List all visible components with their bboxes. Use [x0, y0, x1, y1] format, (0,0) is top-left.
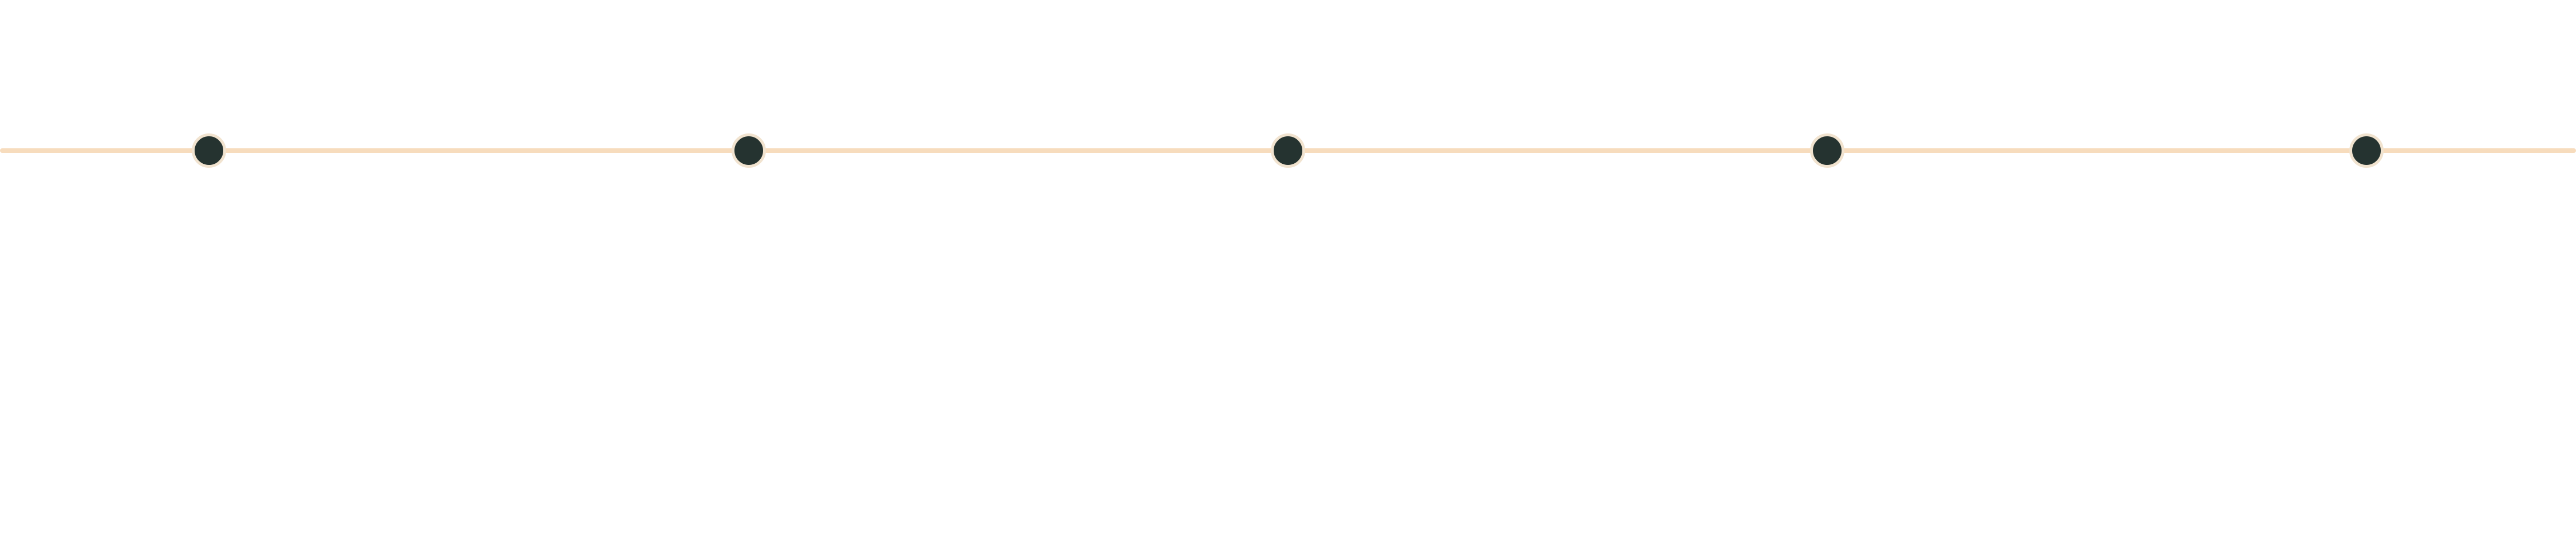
timeline	[0, 0, 2576, 536]
timeline-node-3	[1271, 133, 1305, 168]
timeline-node-2	[732, 133, 766, 168]
timeline-node-1	[192, 133, 226, 168]
timeline-node-4	[1810, 133, 1844, 168]
timeline-node-5	[2349, 133, 2384, 168]
